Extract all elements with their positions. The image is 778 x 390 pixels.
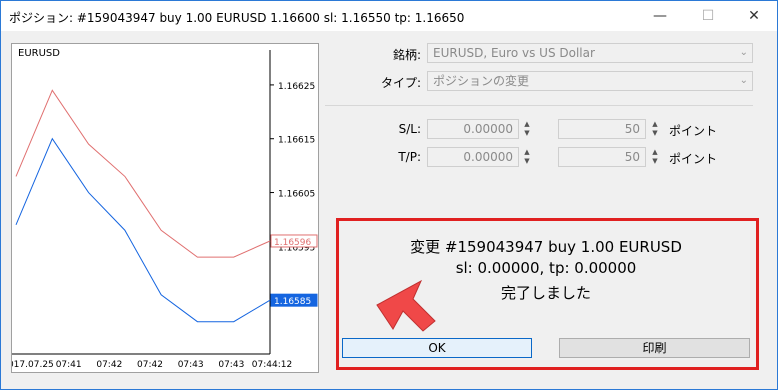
tick-chart: EURUSD 1.166251.166151.166051.165952017.…	[11, 43, 319, 373]
tp-points-value: 50	[624, 150, 640, 164]
ok-button[interactable]: OK	[342, 338, 532, 358]
print-button[interactable]: 印刷	[559, 338, 750, 358]
tp-points-spin-icon[interactable]: ▲ ▼	[650, 148, 660, 166]
symbol-label: 銘柄:	[392, 48, 421, 62]
chevron-down-icon: ⌄	[739, 47, 748, 58]
x-tick-label: 2017.07.25	[12, 360, 54, 370]
x-tick-label: 07:42	[137, 360, 163, 370]
maximize-button[interactable]: ☐	[685, 1, 731, 31]
type-label: タイプ:	[380, 76, 421, 90]
type-select[interactable]: ポジションの変更 ⌄	[427, 71, 753, 91]
tp-points-unit: ポイント	[669, 152, 718, 166]
type-select-value: ポジションの変更	[433, 74, 530, 88]
tp-input[interactable]: 0.00000	[427, 147, 519, 167]
sl-spin-icon[interactable]: ▲ ▼	[522, 120, 532, 138]
symbol-select[interactable]: EURUSD, Euro vs US Dollar ⌄	[427, 43, 753, 63]
sl-points-unit: ポイント	[669, 124, 718, 138]
sl-input[interactable]: 0.00000	[427, 119, 519, 139]
tp-label: T/P:	[398, 150, 421, 164]
chart-canvas: 1.166251.166151.166051.165952017.07.2507…	[12, 50, 318, 370]
tp-points-input[interactable]: 50	[558, 147, 646, 167]
window-title: ポジション: #159043947 buy 1.00 EURUSD 1.1660…	[9, 11, 465, 25]
red-arrow-pointer-icon	[376, 279, 436, 332]
series-line	[15, 137, 271, 323]
x-tick-label: 07:41	[56, 360, 82, 370]
sl-points-input[interactable]: 50	[558, 119, 646, 139]
close-button[interactable]: ✕	[731, 1, 777, 31]
bid-price-label: 1.16585	[274, 297, 311, 307]
result-line-2: sl: 0.00000, tp: 0.00000	[455, 259, 637, 277]
x-tick-label: 07:43	[178, 360, 204, 370]
tp-input-value: 0.00000	[463, 150, 513, 164]
series-line	[15, 89, 271, 258]
chevron-down-icon: ⌄	[739, 75, 748, 86]
result-line-1: 変更 #159043947 buy 1.00 EURUSD	[410, 238, 682, 256]
y-tick-label: 1.16625	[278, 82, 315, 92]
sl-points-value: 50	[624, 122, 640, 136]
y-tick-label: 1.16615	[278, 136, 315, 146]
sl-points-spin-icon[interactable]: ▲ ▼	[650, 120, 660, 138]
symbol-select-value: EURUSD, Euro vs US Dollar	[433, 46, 595, 60]
x-tick-label: 07:43	[218, 360, 244, 370]
tp-spin-icon[interactable]: ▲ ▼	[522, 148, 532, 166]
sl-label: S/L:	[398, 122, 421, 136]
sl-input-value: 0.00000	[463, 122, 513, 136]
ask-price-label: 1.16596	[274, 238, 311, 248]
minimize-button[interactable]: —	[637, 1, 683, 31]
title-bar: ポジション: #159043947 buy 1.00 EURUSD 1.1660…	[1, 1, 777, 31]
y-tick-label: 1.16605	[278, 190, 315, 200]
x-tick-label: 07:42	[96, 360, 122, 370]
separator	[325, 105, 753, 106]
x-tick-label: 07:44:12	[252, 360, 292, 370]
modify-position-dialog: ポジション: #159043947 buy 1.00 EURUSD 1.1660…	[0, 0, 778, 390]
